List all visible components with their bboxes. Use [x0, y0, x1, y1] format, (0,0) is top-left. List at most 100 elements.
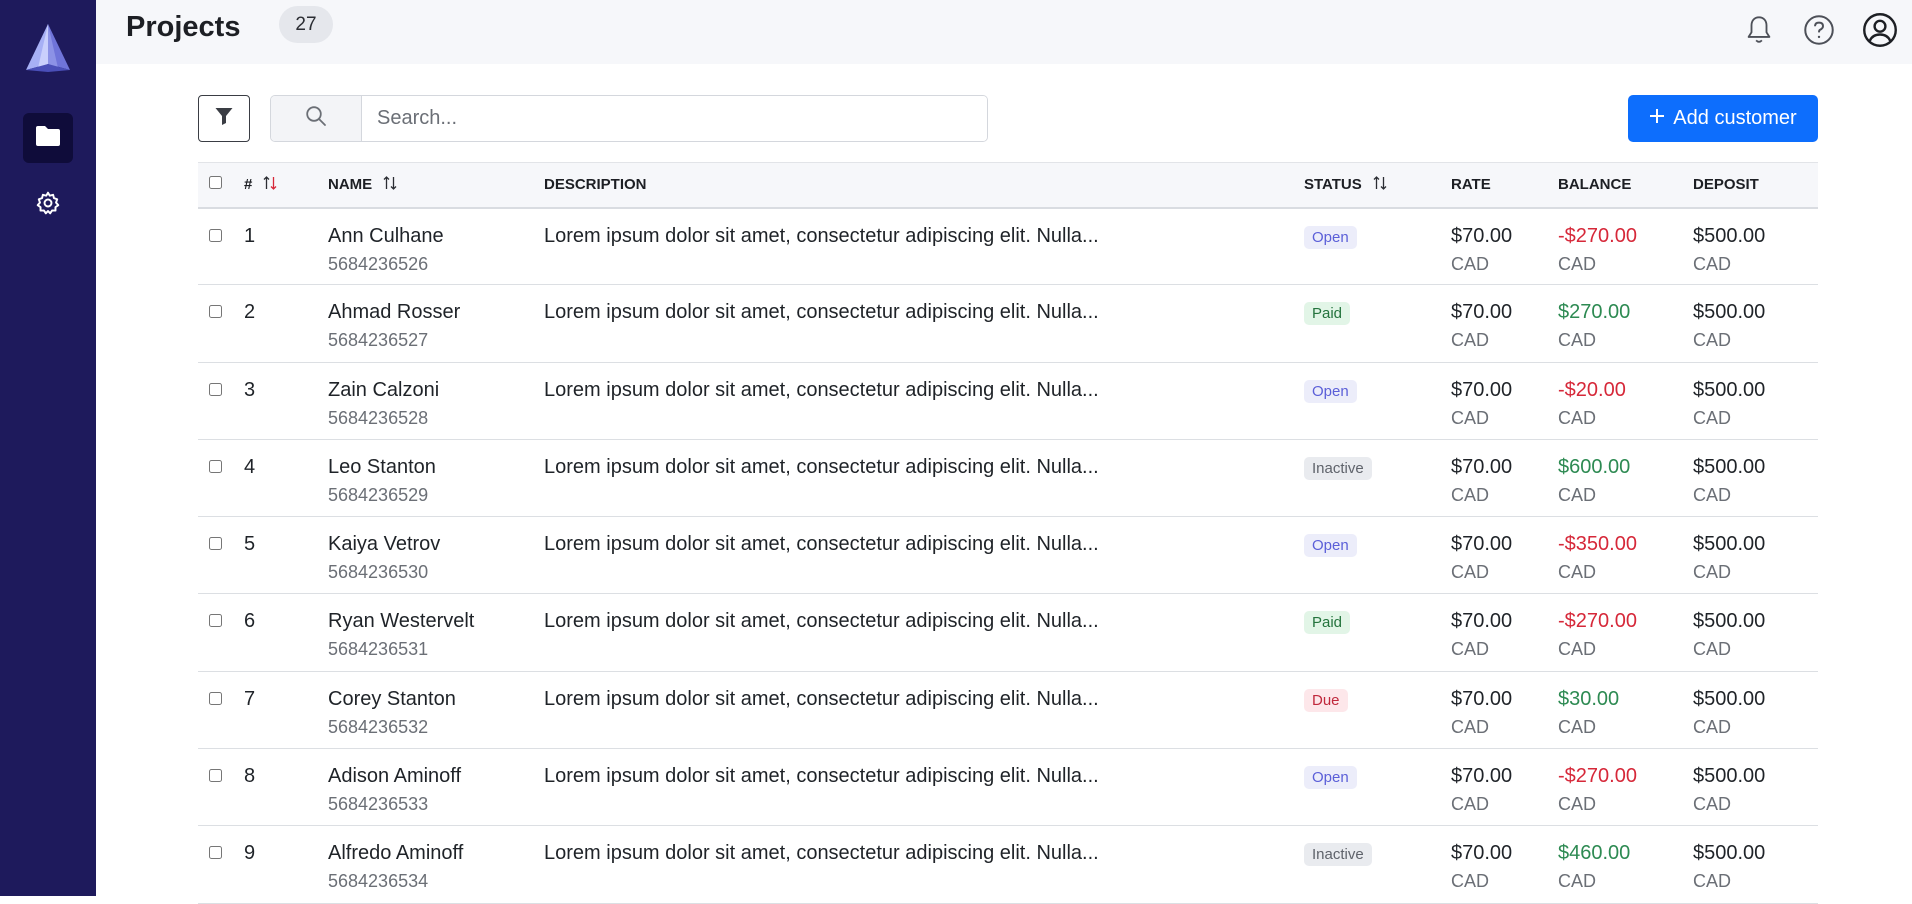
row-checkbox[interactable]	[209, 228, 222, 242]
row-checkbox[interactable]	[209, 305, 222, 319]
balance-value: -$270.00	[1558, 610, 1637, 633]
row-select-cell	[198, 517, 244, 594]
sort-icon[interactable]	[262, 175, 278, 195]
project-count-badge: 27	[279, 6, 333, 43]
rate-currency: CAD	[1451, 330, 1490, 351]
nav-projects[interactable]	[23, 113, 73, 163]
customer-id: 5684236528	[328, 407, 429, 428]
row-rate-cell: $70.00 CAD	[1451, 749, 1558, 826]
row-checkbox[interactable]	[209, 459, 222, 473]
search-input[interactable]	[362, 96, 987, 141]
balance-currency: CAD	[1558, 330, 1597, 351]
user-circle-icon	[1862, 12, 1898, 53]
status-badge: Due	[1304, 688, 1348, 712]
row-rate-cell: $70.00 CAD	[1451, 285, 1558, 362]
customer-id: 5684236533	[328, 794, 429, 815]
add-customer-button[interactable]: Add customer	[1628, 95, 1818, 142]
row-checkbox[interactable]	[209, 614, 222, 628]
customer-name[interactable]: Ann Culhane	[328, 225, 444, 247]
table-row[interactable]: 5 Kaiya Vetrov 5684236530 Lorem ipsum do…	[198, 517, 1818, 594]
row-rate-cell: $70.00 CAD	[1451, 826, 1558, 903]
row-name-cell: Alfredo Aminoff 5684236534	[328, 826, 544, 903]
customer-name[interactable]: Zain Calzoni	[328, 379, 439, 401]
customer-name[interactable]: Ahmad Rosser	[328, 301, 460, 323]
row-number: 6	[244, 610, 256, 633]
user-menu-button[interactable]	[1862, 12, 1898, 53]
table-row[interactable]: 7 Corey Stanton 5684236532 Lorem ipsum d…	[198, 671, 1818, 749]
sort-icon[interactable]	[1372, 175, 1388, 195]
deposit-value: $500.00	[1693, 378, 1766, 401]
customer-id: 5684236532	[328, 716, 429, 737]
row-rate-cell: $70.00 CAD	[1451, 362, 1558, 439]
customer-name[interactable]: Leo Stanton	[328, 456, 436, 478]
row-status-cell: Inactive	[1304, 439, 1451, 516]
customer-name[interactable]: Kaiya Vetrov	[328, 533, 440, 555]
row-balance-cell: -$270.00 CAD	[1558, 208, 1693, 285]
table-row[interactable]: 8 Adison Aminoff 5684236533 Lorem ipsum …	[198, 749, 1818, 826]
table-row[interactable]: 1 Ann Culhane 5684236526 Lorem ipsum dol…	[198, 208, 1818, 285]
balance-value: -$350.00	[1558, 533, 1637, 556]
customer-name[interactable]: Corey Stanton	[328, 688, 456, 710]
rate-value: $70.00	[1451, 842, 1513, 865]
row-description: Lorem ipsum dolor sit amet, consectetur …	[544, 301, 1099, 324]
balance-value: $30.00	[1558, 687, 1620, 710]
balance-currency: CAD	[1558, 716, 1597, 737]
select-all-checkbox[interactable]	[209, 176, 222, 190]
customer-id: 5684236529	[328, 484, 429, 505]
search-icon	[305, 105, 327, 132]
folder-icon	[35, 125, 61, 152]
row-checkbox[interactable]	[209, 769, 222, 783]
status-badge: Open	[1304, 379, 1357, 403]
table-row[interactable]: 9 Alfredo Aminoff 5684236534 Lorem ipsum…	[198, 826, 1818, 904]
row-status-cell: Inactive	[1304, 826, 1451, 903]
row-balance-cell: $600.00 CAD	[1558, 439, 1693, 516]
row-description: Lorem ipsum dolor sit amet, consectetur …	[544, 224, 1099, 247]
table-row[interactable]: 6 Ryan Westervelt 5684236531 Lorem ipsum…	[198, 594, 1818, 672]
table-row[interactable]: 4 Leo Stanton 5684236529 Lorem ipsum dol…	[198, 439, 1818, 517]
sort-icon[interactable]	[382, 175, 398, 195]
help-button[interactable]	[1803, 14, 1835, 48]
row-balance-cell: -$270.00 CAD	[1558, 749, 1693, 826]
row-description: Lorem ipsum dolor sit amet, consectetur …	[544, 533, 1099, 556]
select-all-cell	[198, 163, 244, 208]
row-deposit-cell: $500.00 CAD	[1693, 671, 1818, 748]
row-name-cell: Ryan Westervelt 5684236531	[328, 594, 544, 671]
balance-value: -$270.00	[1558, 765, 1637, 788]
rate-currency: CAD	[1451, 639, 1490, 660]
row-checkbox[interactable]	[209, 846, 222, 860]
nav-settings[interactable]	[23, 180, 73, 230]
row-deposit-cell: $500.00 CAD	[1693, 285, 1818, 362]
row-checkbox[interactable]	[209, 691, 222, 705]
deposit-value: $500.00	[1693, 765, 1766, 788]
row-select-cell	[198, 439, 244, 516]
table-body: 1 Ann Culhane 5684236526 Lorem ipsum dol…	[198, 208, 1818, 904]
row-balance-cell: -$350.00 CAD	[1558, 517, 1693, 594]
customer-name[interactable]: Ryan Westervelt	[328, 610, 474, 632]
row-checkbox[interactable]	[209, 382, 222, 396]
app-logo[interactable]	[22, 22, 74, 72]
rate-currency: CAD	[1451, 871, 1490, 892]
col-rate: RATE	[1451, 176, 1491, 194]
row-deposit-cell: $500.00 CAD	[1693, 439, 1818, 516]
row-name-cell: Adison Aminoff 5684236533	[328, 749, 544, 826]
table-row[interactable]: 2 Ahmad Rosser 5684236527 Lorem ipsum do…	[198, 285, 1818, 363]
customer-id: 5684236531	[328, 639, 429, 660]
balance-currency: CAD	[1558, 253, 1597, 274]
deposit-value: $500.00	[1693, 301, 1766, 324]
customer-name[interactable]: Adison Aminoff	[328, 765, 461, 787]
sidebar	[0, 0, 96, 896]
row-number: 4	[244, 455, 256, 478]
top-bar: Projects 27	[96, 0, 1912, 64]
notifications-button[interactable]	[1743, 15, 1775, 48]
search-button[interactable]	[271, 96, 362, 141]
row-number: 2	[244, 301, 256, 324]
filter-button[interactable]	[198, 95, 250, 142]
balance-currency: CAD	[1558, 484, 1597, 505]
customers-table: # NAME DESCRIPTION STATUS RATE BALANCE D…	[198, 162, 1818, 904]
rate-value: $70.00	[1451, 533, 1513, 556]
row-checkbox[interactable]	[209, 537, 222, 551]
row-deposit-cell: $500.00 CAD	[1693, 749, 1818, 826]
table-row[interactable]: 3 Zain Calzoni 5684236528 Lorem ipsum do…	[198, 362, 1818, 440]
customer-name[interactable]: Alfredo Aminoff	[328, 842, 463, 864]
row-description: Lorem ipsum dolor sit amet, consectetur …	[544, 842, 1099, 865]
